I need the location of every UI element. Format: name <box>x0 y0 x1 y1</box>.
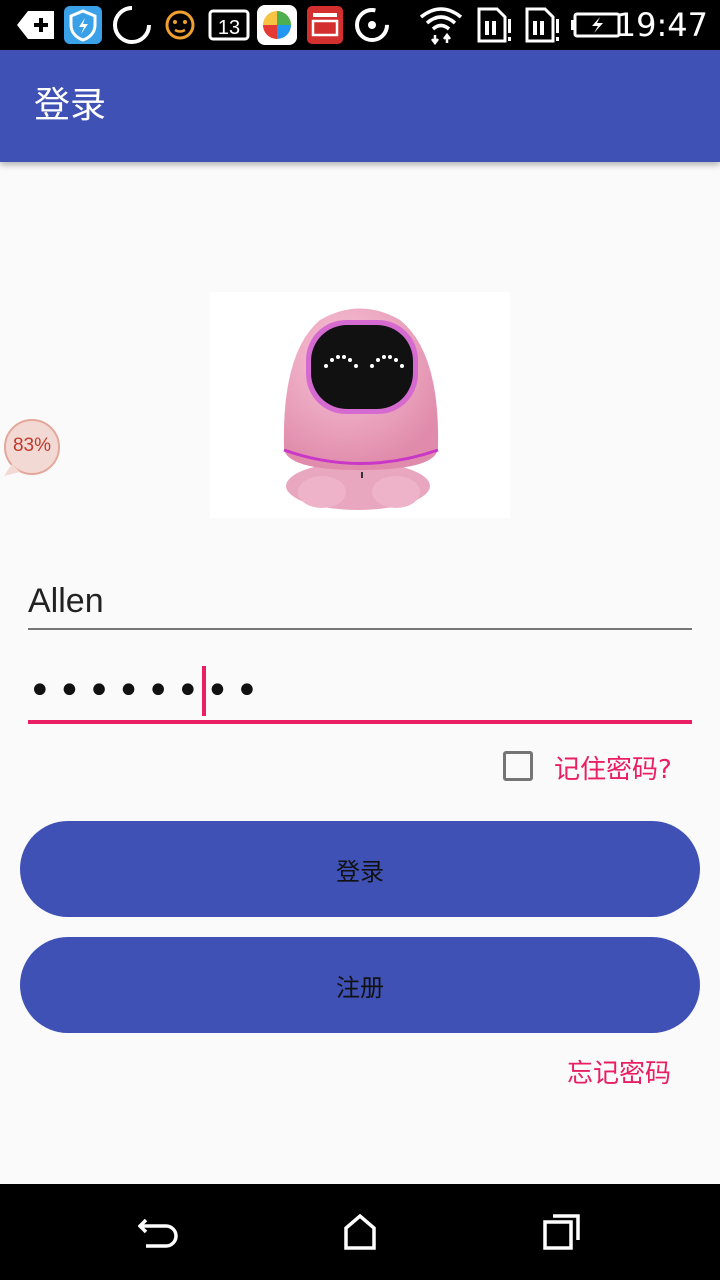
home-icon[interactable] <box>338 1210 382 1254</box>
username-underline <box>28 628 692 630</box>
calendar-icon: 13 <box>208 6 250 44</box>
loading-ring-icon <box>110 6 154 44</box>
password-value: •••••••• <box>28 668 265 714</box>
navigation-bar <box>0 1184 720 1280</box>
floating-memory-bubble[interactable]: 83% <box>2 418 60 476</box>
bubble-percent: 83% <box>12 435 52 456</box>
app-bar: 登录 <box>0 50 720 162</box>
battery-charging-icon <box>570 6 622 44</box>
shield-icon <box>62 6 104 44</box>
back-icon[interactable] <box>137 1210 182 1254</box>
register-button[interactable]: 注册 <box>20 937 700 1033</box>
text-cursor <box>202 666 206 716</box>
recents-icon[interactable] <box>540 1210 584 1254</box>
robot-logo-image <box>210 292 510 518</box>
page-title: 登录 <box>34 85 107 126</box>
forgot-password-link[interactable]: 忘记密码 <box>567 1056 671 1092</box>
news-icon <box>305 6 345 44</box>
login-button[interactable]: 登录 <box>20 821 700 917</box>
password-field[interactable]: •••••••• <box>28 662 692 724</box>
sim-no-signal-icon <box>522 6 562 44</box>
add-notification-icon <box>16 6 56 44</box>
pinwheel-icon <box>255 5 299 45</box>
status-bar: 13 19:47 <box>0 0 720 50</box>
wifi-icon <box>418 6 464 45</box>
svg-text:13: 13 <box>218 17 240 39</box>
username-value: Allen <box>28 582 104 620</box>
status-time: 19:47 <box>615 6 708 44</box>
password-underline <box>28 720 692 724</box>
remember-password-checkbox[interactable] <box>503 751 533 781</box>
sync-icon <box>352 6 392 44</box>
sim-no-signal-icon <box>474 6 514 44</box>
username-field[interactable]: Allen <box>28 570 692 630</box>
remember-password-label[interactable]: 记住密码? <box>554 752 672 788</box>
face-icon <box>162 6 198 44</box>
